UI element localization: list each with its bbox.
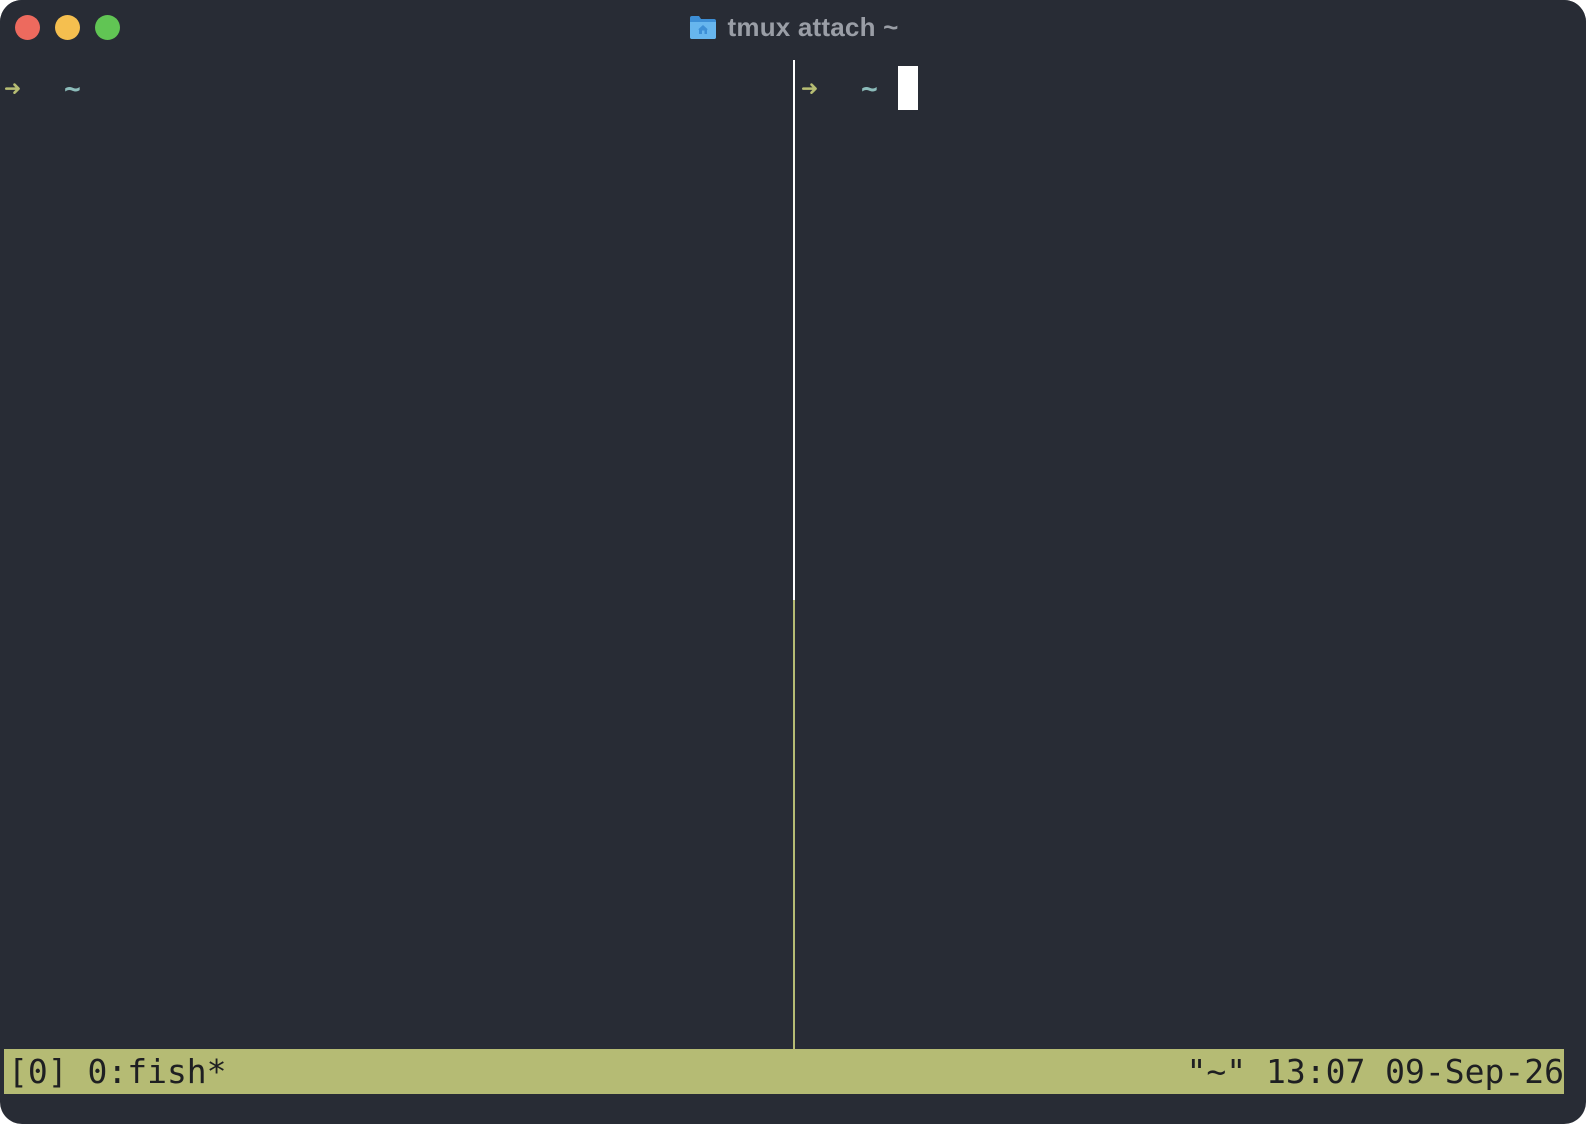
- prompt-directory: ~: [861, 71, 878, 105]
- title-bar[interactable]: tmux attach ~: [0, 0, 1586, 54]
- pane-divider-active[interactable]: [793, 60, 795, 600]
- terminal-window: tmux attach ~ ➜ ~ ➜ ~ [0] 0:fish* "~" 13…: [0, 0, 1586, 1124]
- session-window-list[interactable]: [0] 0:fish*: [8, 1049, 227, 1094]
- window-title-group: tmux attach ~: [0, 10, 1586, 44]
- text-cursor[interactable]: [897, 66, 918, 110]
- window-title: tmux attach ~: [727, 11, 899, 42]
- right-pane-active[interactable]: ➜ ~: [797, 58, 1567, 1048]
- home-folder-icon: [688, 13, 718, 41]
- shell-prompt: ➜ ~: [4, 66, 81, 110]
- tmux-status-bar: [0] 0:fish* "~" 13:07 09-Sep-26: [4, 1049, 1564, 1094]
- status-right-info: "~" 13:07 09-Sep-26: [1186, 1052, 1565, 1091]
- left-pane[interactable]: ➜ ~: [0, 58, 793, 1048]
- shell-prompt: ➜ ~: [801, 66, 918, 110]
- pane-divider[interactable]: [793, 600, 795, 1049]
- prompt-arrow-icon: ➜: [4, 71, 21, 105]
- prompt-arrow-icon: ➜: [801, 71, 818, 105]
- prompt-directory: ~: [64, 71, 81, 105]
